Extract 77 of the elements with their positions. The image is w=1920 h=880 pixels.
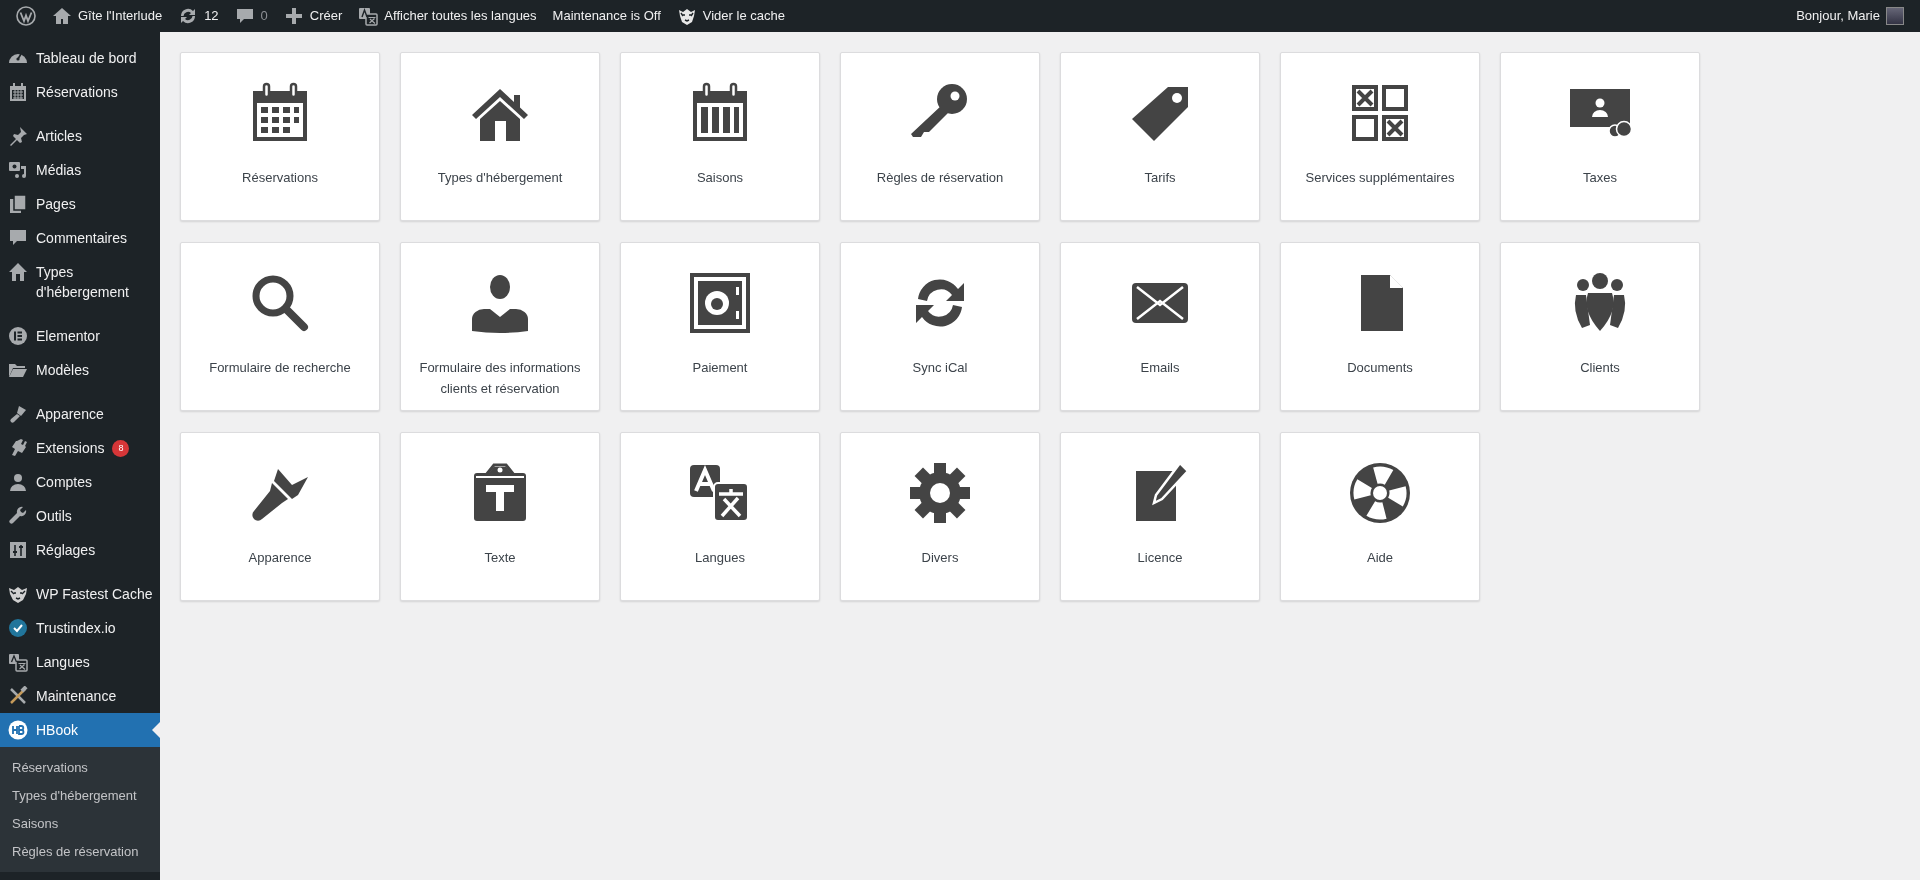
settings-tile[interactable]: Taxes: [1500, 52, 1700, 221]
crossed-tools-icon: [8, 686, 28, 706]
settings-tile[interactable]: Documents: [1280, 242, 1480, 411]
admin-bar-link[interactable]: Afficher toutes les langues: [350, 0, 545, 32]
comment-icon: [8, 228, 28, 248]
sidebar-menu-item[interactable]: Médias: [0, 153, 160, 187]
sidebar-menu-item[interactable]: Apparence: [0, 397, 160, 431]
tiger-head-icon: [8, 584, 28, 604]
sidebar-menu-item[interactable]: Langues: [0, 645, 160, 679]
count-badge: 8: [112, 439, 130, 457]
submenu-item[interactable]: Réservations: [0, 754, 160, 782]
settings-tile[interactable]: Emails: [1060, 242, 1260, 411]
settings-tile[interactable]: Apparence: [180, 432, 380, 601]
safe-icon: [688, 271, 752, 335]
user-account-link[interactable]: Bonjour, Marie: [1788, 0, 1912, 32]
settings-tile[interactable]: Formulaire de recherche: [180, 242, 380, 411]
sidebar-menu-item[interactable]: Elementor: [0, 319, 160, 353]
admin-bar-link[interactable]: 12: [170, 0, 227, 32]
sidebar-menu-item[interactable]: Modèles: [0, 353, 160, 387]
admin-bar-link[interactable]: Maintenance is Off: [544, 0, 669, 32]
sliders-icon: [8, 540, 28, 560]
sidebar-menu-item[interactable]: Comptes: [0, 465, 160, 499]
settings-tile[interactable]: Réservations: [180, 52, 380, 221]
pushpin-icon: [8, 126, 28, 146]
submenu-item[interactable]: Règles de réservation: [0, 838, 160, 866]
sidebar-menu-item[interactable]: Types d'hébergement: [0, 255, 160, 309]
sidebar-menu-item[interactable]: Maintenance: [0, 679, 160, 713]
settings-tile[interactable]: Paiement: [620, 242, 820, 411]
sidebar-menu-item[interactable]: Commentaires: [0, 221, 160, 255]
pages-icon: [8, 194, 28, 214]
avatar-photo-placeholder: [1886, 7, 1904, 25]
settings-tile[interactable]: Formulaire des informations clients et réservation: [400, 242, 600, 411]
settings-tile[interactable]: Règles de réservation: [840, 52, 1040, 221]
sidebar-menu-item[interactable]: Tableau de bord: [0, 41, 160, 75]
sidebar-menu-item[interactable]: Réservations: [0, 75, 160, 109]
sidebar-menu-item[interactable]: Réglages: [0, 533, 160, 567]
media-icon: [8, 160, 28, 180]
submenu-item[interactable]: Types d'hébergement: [0, 782, 160, 810]
check-badge-icon: [8, 618, 28, 638]
gear-icon: [908, 461, 972, 525]
sidebar-menu-item[interactable]: Extensions 8: [0, 431, 160, 465]
sidebar-menu-item[interactable]: WP Fastest Cache: [0, 577, 160, 611]
settings-tile[interactable]: Sync iCal: [840, 242, 1040, 411]
tiger-head-icon: [676, 6, 697, 26]
settings-tile[interactable]: Divers: [840, 432, 1040, 601]
translate-icon: [358, 6, 379, 26]
wordpress-logo-icon: [16, 6, 36, 26]
settings-tile[interactable]: Licence: [1060, 432, 1260, 601]
sidebar-menu-item[interactable]: HBook: [0, 713, 160, 747]
elementor-icon: [8, 326, 28, 346]
admin-bar-link[interactable]: Vider le cache: [668, 0, 793, 32]
settings-tile[interactable]: Clients: [1500, 242, 1700, 411]
sidebar-menu-item[interactable]: Trustindex.io: [0, 611, 160, 645]
translate-icon: [8, 652, 28, 672]
submenu-item[interactable]: Saisons: [0, 810, 160, 838]
settings-tile[interactable]: Texte: [400, 432, 600, 601]
admin-bar-link[interactable]: Gîte l'Interlude: [44, 0, 171, 32]
settings-tile[interactable]: Aide: [1280, 432, 1480, 601]
paintbrush-icon: [8, 404, 28, 424]
settings-tile[interactable]: Services supplémentaires: [1280, 52, 1480, 221]
sidebar-menu-item[interactable]: Pages: [0, 187, 160, 221]
lifebuoy-icon: [1348, 461, 1412, 525]
house-icon: [8, 262, 28, 282]
user-icon: [8, 472, 28, 492]
comment-icon: [234, 6, 255, 26]
plus-icon: [283, 6, 304, 26]
settings-tile[interactable]: Saisons: [620, 52, 820, 221]
sidebar-menu-item[interactable]: Outils: [0, 499, 160, 533]
calendar-icon: [8, 82, 28, 102]
settings-tile[interactable]: Langues: [620, 432, 820, 601]
hbook-logo-icon: [8, 720, 28, 740]
admin-bar-link[interactable]: Créer: [275, 0, 351, 32]
home-icon: [52, 6, 72, 26]
sidebar-menu-item[interactable]: Articles: [0, 119, 160, 153]
settings-tile[interactable]: Types d'hébergement: [400, 52, 600, 221]
wrench-icon: [8, 506, 28, 526]
settings-tile[interactable]: Tarifs: [1060, 52, 1260, 221]
